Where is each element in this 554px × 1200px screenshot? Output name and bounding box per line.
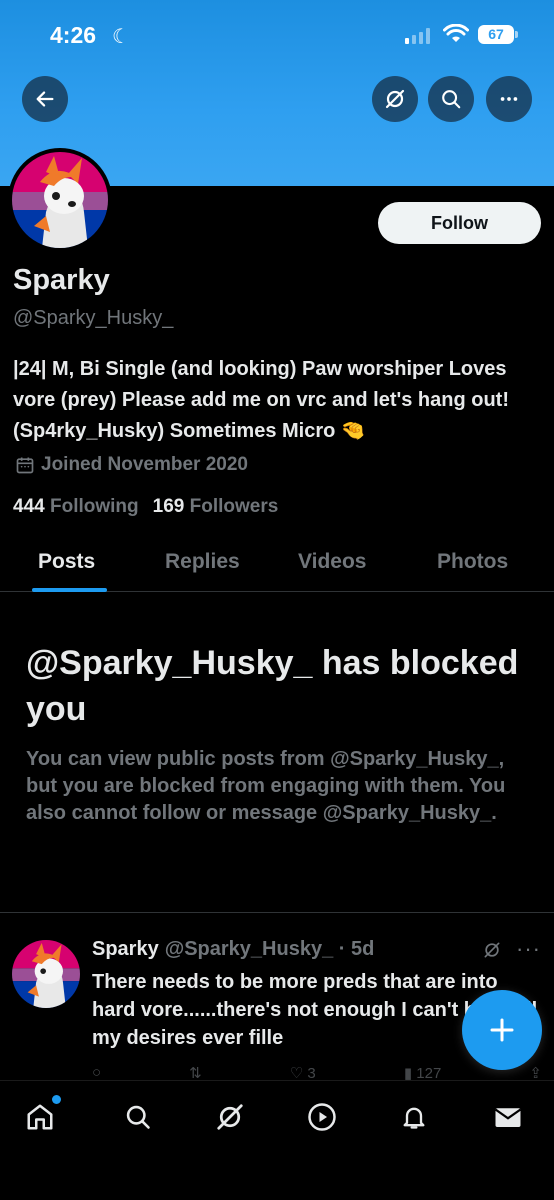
- calendar-icon: [16, 457, 34, 474]
- mail-icon: [494, 1108, 522, 1127]
- tab-posts[interactable]: Posts: [38, 550, 95, 574]
- bottom-nav: [0, 1080, 554, 1200]
- profile-name: Sparky: [13, 264, 110, 296]
- back-button[interactable]: [22, 76, 68, 122]
- post-avatar[interactable]: [12, 940, 80, 1008]
- post-handle-time: @Sparky_Husky_ · 5d: [164, 938, 375, 960]
- tab-photos[interactable]: Photos: [437, 550, 508, 574]
- joined-label: Joined November 2020: [41, 454, 248, 475]
- nav-video[interactable]: [304, 1099, 340, 1135]
- more-button[interactable]: [486, 76, 532, 122]
- video-icon: [308, 1103, 336, 1131]
- grok-icon: [385, 89, 405, 109]
- active-tab-indicator: [32, 588, 107, 592]
- followers-count: 169: [152, 496, 185, 517]
- wifi-icon: [443, 24, 469, 42]
- post-header: Sparky @Sparky_Husky_ · 5d: [92, 938, 374, 961]
- more-horizontal-icon: [500, 97, 518, 101]
- blocked-title: @Sparky_Husky_ has blocked you: [26, 644, 519, 728]
- following-link[interactable]: 444 Following: [13, 496, 139, 518]
- search-button[interactable]: [428, 76, 474, 122]
- battery-indicator: 67: [478, 25, 518, 44]
- nav-grok[interactable]: [212, 1099, 248, 1135]
- nav-home[interactable]: [22, 1099, 58, 1135]
- follow-counts: 444 Following 169 Followers: [13, 496, 278, 518]
- status-bar: 4:26 ☾ 67: [0, 22, 554, 52]
- follow-button[interactable]: Follow: [378, 202, 541, 244]
- tab-replies[interactable]: Replies: [165, 550, 240, 574]
- status-time: 4:26: [50, 22, 97, 48]
- grok-icon[interactable]: [482, 940, 502, 960]
- plus-icon: [490, 1018, 514, 1042]
- notification-dot: [52, 1095, 61, 1104]
- nav-search[interactable]: [120, 1099, 156, 1135]
- post-more-icon[interactable]: ···: [516, 936, 541, 962]
- divider: [0, 912, 554, 913]
- joined-date: Joined November 2020: [15, 454, 248, 476]
- search-icon: [126, 1105, 150, 1129]
- grok-icon: [217, 1104, 243, 1130]
- moon-icon: ☾: [112, 26, 130, 48]
- profile-tabs: Posts Replies Videos Photos: [0, 540, 554, 592]
- avatar-image: [12, 940, 80, 1008]
- signal-icon: [405, 28, 430, 44]
- bell-icon: [403, 1107, 425, 1129]
- following-label: Following: [49, 496, 139, 517]
- avatar-image: [12, 152, 108, 248]
- nav-messages[interactable]: [490, 1099, 526, 1135]
- profile-avatar[interactable]: [8, 148, 112, 252]
- search-icon: [442, 90, 461, 109]
- blocked-description: You can view public posts from @Sparky_H…: [26, 748, 506, 824]
- profile-handle: @Sparky_Husky_: [13, 307, 174, 329]
- followers-link[interactable]: 169 Followers: [153, 496, 279, 518]
- compose-button[interactable]: [462, 990, 542, 1070]
- profile-bio: |24| M, Bi Single (and looking) Paw wors…: [13, 358, 509, 442]
- following-count: 444: [13, 496, 45, 517]
- arrow-left-icon: [36, 91, 54, 107]
- followers-label: Followers: [189, 496, 279, 517]
- nav-notifications[interactable]: [396, 1099, 432, 1135]
- post-author-name[interactable]: Sparky: [92, 938, 159, 961]
- home-icon: [27, 1104, 53, 1130]
- grok-button[interactable]: [372, 76, 418, 122]
- tab-videos[interactable]: Videos: [298, 550, 366, 574]
